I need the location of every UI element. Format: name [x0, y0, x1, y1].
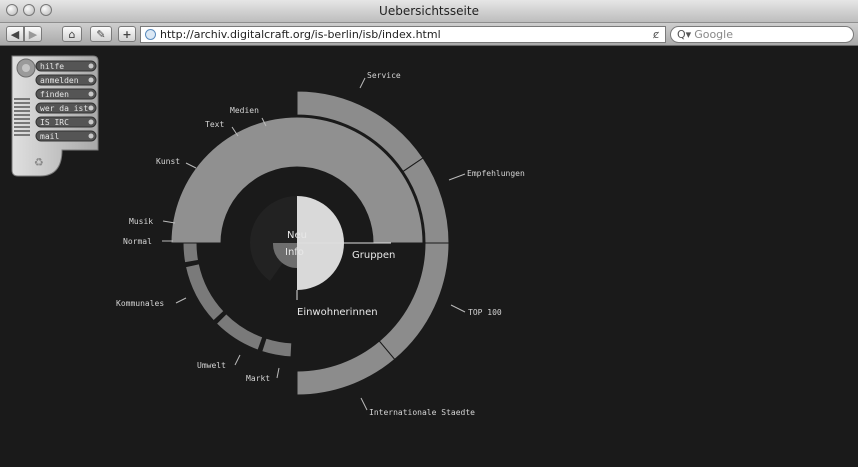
- segment-umwelt[interactable]: [215, 313, 264, 351]
- sidebar-item-is-irc[interactable]: IS IRC: [35, 116, 97, 128]
- sidebar-item-mail[interactable]: mail: [35, 130, 97, 142]
- search-field[interactable]: Q▾ Google: [670, 26, 854, 43]
- center-einwohnerinnen-label[interactable]: Einwohnerinnen: [297, 307, 378, 318]
- sidebar-item-wer-da-ist[interactable]: wer da ist: [35, 102, 97, 114]
- category-medien[interactable]: Medien: [230, 106, 259, 115]
- category-text[interactable]: Text: [205, 120, 224, 129]
- reload-icon[interactable]: ȼ: [653, 28, 659, 41]
- forward-button[interactable]: ▶: [24, 26, 42, 42]
- address-bar[interactable]: http://archiv.digitalcraft.org/is-berlin…: [140, 26, 666, 43]
- globe-icon: [145, 29, 156, 40]
- window-title: Uebersichtsseite: [379, 4, 479, 18]
- window-titlebar: Uebersichtsseite: [0, 0, 858, 23]
- page-canvas: ♻ hilfe anmelden finden wer da ist IS IR…: [11, 55, 525, 417]
- page-content: ♻ hilfe anmelden finden wer da ist IS IR…: [0, 46, 858, 467]
- sidebar-item-hilfe[interactable]: hilfe: [35, 60, 97, 72]
- center-gruppen-label[interactable]: Gruppen: [352, 250, 395, 261]
- home-button[interactable]: ⌂: [62, 26, 82, 42]
- add-bookmark-button[interactable]: +: [118, 26, 136, 42]
- segment-internationale-staedte[interactable]: [296, 340, 396, 396]
- category-kommunales[interactable]: Kommunales: [116, 299, 164, 308]
- browser-toolbar: ◀ ▶ ⌂ ✎ + http://archiv.digitalcraft.org…: [0, 23, 858, 46]
- sidebar-item-label: hilfe: [40, 62, 64, 71]
- category-kunst[interactable]: Kunst: [156, 157, 180, 166]
- segment-normal[interactable]: [182, 242, 200, 264]
- url-text: http://archiv.digitalcraft.org/is-berlin…: [160, 28, 441, 41]
- edit-bookmark-button[interactable]: ✎: [90, 26, 112, 42]
- sidebar-item-finden[interactable]: finden: [35, 88, 97, 100]
- sidebar-menu: ♻ hilfe anmelden finden wer da ist IS IR…: [11, 55, 99, 177]
- segment-kommunales[interactable]: [184, 263, 225, 322]
- back-button[interactable]: ◀: [6, 26, 24, 42]
- category-top100[interactable]: TOP 100: [468, 308, 502, 317]
- category-empfehlungen[interactable]: Empfehlungen: [467, 169, 525, 178]
- center-info-label[interactable]: Info: [285, 247, 304, 258]
- search-placeholder: Google: [694, 28, 733, 41]
- sidebar-item-label: finden: [40, 90, 69, 99]
- search-icon: Q▾: [677, 28, 692, 41]
- category-internationale-staedte[interactable]: Internationale Staedte: [369, 408, 475, 417]
- category-service[interactable]: Service: [367, 71, 401, 80]
- sidebar-item-label: wer da ist: [40, 104, 88, 113]
- category-markt[interactable]: Markt: [246, 374, 270, 383]
- sidebar-item-label: anmelden: [40, 76, 79, 85]
- sidebar-item-label: IS IRC: [40, 118, 69, 127]
- center-neu-label[interactable]: Neu: [287, 230, 307, 241]
- recycle-icon: ♻: [34, 156, 44, 169]
- segment-markt[interactable]: [261, 337, 293, 358]
- category-normal[interactable]: Normal: [123, 237, 152, 246]
- sidebar-item-anmelden[interactable]: anmelden: [35, 74, 97, 86]
- category-musik[interactable]: Musik: [129, 217, 153, 226]
- category-umwelt[interactable]: Umwelt: [197, 361, 226, 370]
- sidebar-item-label: mail: [40, 132, 59, 141]
